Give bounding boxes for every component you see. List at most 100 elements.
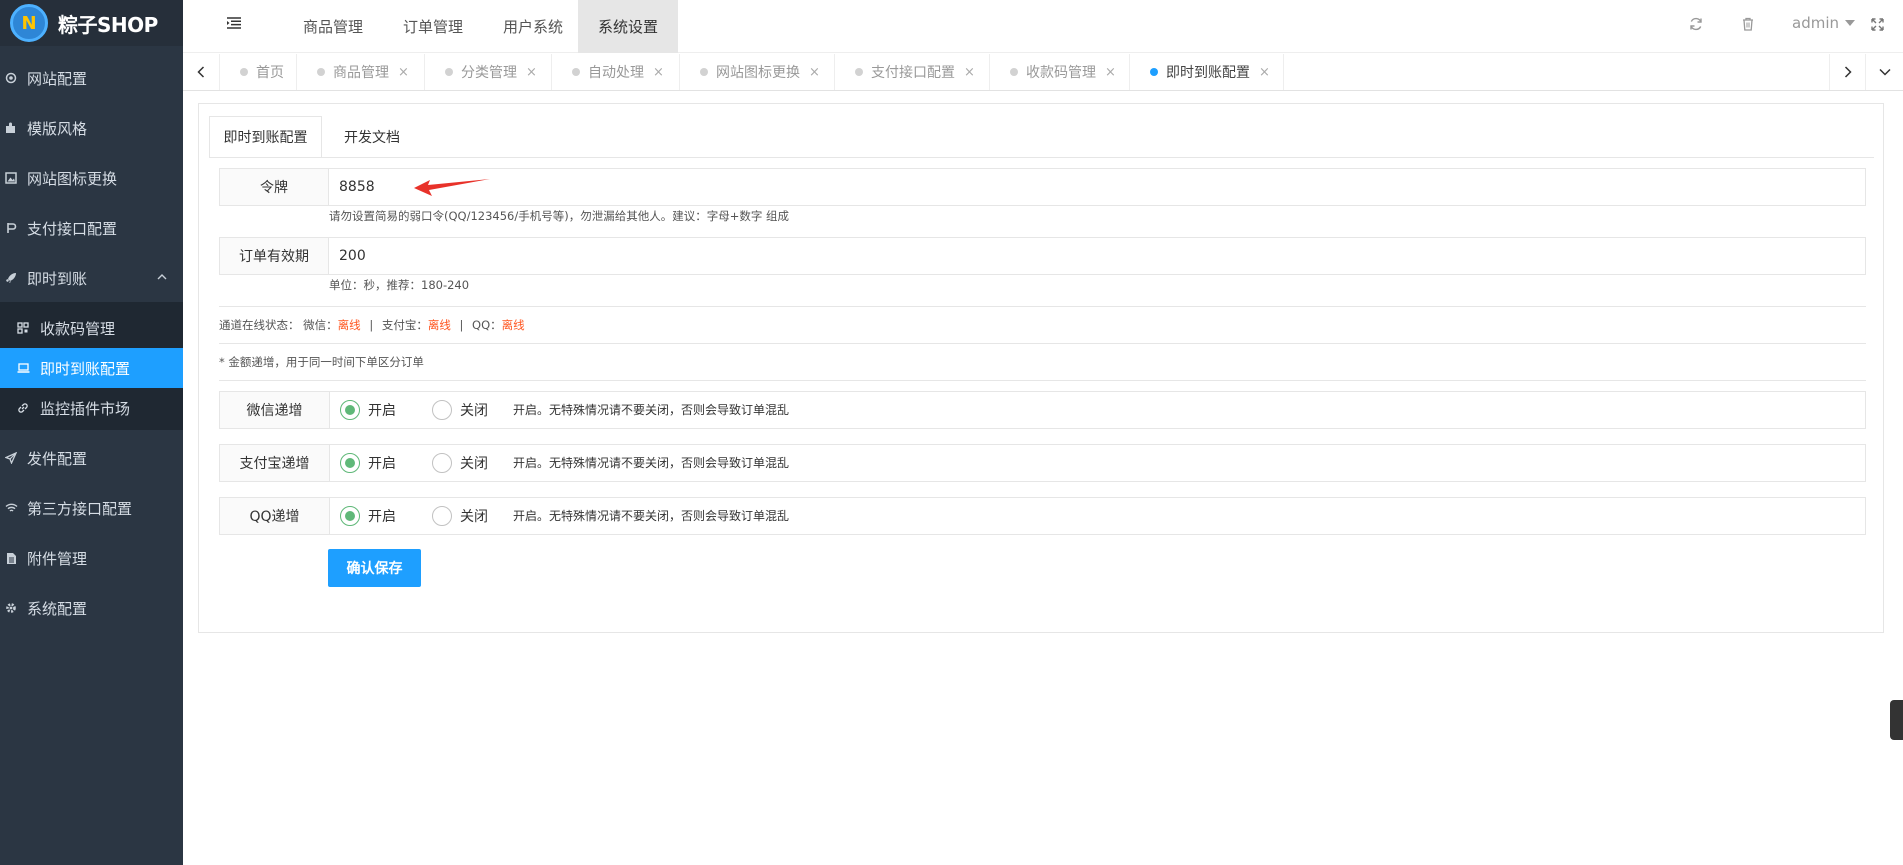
puzzle-icon <box>4 121 18 135</box>
page-tab-instant-pay-config[interactable]: 即时到账配置 × <box>1130 54 1284 90</box>
file-icon <box>4 551 18 565</box>
topnav-system-settings[interactable]: 系统设置 <box>578 0 678 53</box>
sidebar-item-label: 监控插件市场 <box>40 399 131 418</box>
tabs-dropdown-button[interactable] <box>1866 54 1903 90</box>
sidebar-item-qrcode-manage[interactable]: 收款码管理 <box>0 308 183 348</box>
token-input[interactable]: 8858 <box>329 168 1866 206</box>
menu-icon[interactable] <box>225 14 243 32</box>
logo-mark: N <box>10 4 48 42</box>
status-separator: | <box>459 318 464 332</box>
page-tab-products[interactable]: 商品管理 × <box>297 54 425 90</box>
sidebar-item-label: 发件配置 <box>27 449 88 468</box>
qq-increment-off-radio[interactable]: 关闭 <box>432 506 488 526</box>
brand-logo[interactable]: N 粽子SHOP <box>0 0 183 46</box>
sidebar-item-template-style[interactable]: 模版风格 <box>0 103 183 153</box>
link-icon <box>16 401 30 415</box>
sidebar: N 粽子SHOP 网站配置 模版风格 网站图标更换 支付接口配置 即时到账 收款… <box>0 0 183 865</box>
refresh-icon[interactable] <box>1687 15 1705 33</box>
token-hint: 请勿设置简易的弱口令(QQ/123456/手机号等)，勿泄漏给其他人。建议：字母… <box>329 209 790 223</box>
sidebar-item-label: 网站图标更换 <box>27 169 118 188</box>
user-menu[interactable]: admin <box>1792 0 1855 46</box>
sidebar-item-attachments[interactable]: 附件管理 <box>0 533 183 583</box>
sidebar-item-site-icon[interactable]: 网站图标更换 <box>0 153 183 203</box>
sidebar-item-label: 网站配置 <box>27 69 88 88</box>
qq-increment-on-radio[interactable]: 开启 <box>340 506 396 526</box>
qq-increment-row: QQ递增 开启 关闭 开启。无特殊情况请不要关闭，否则会导致订单混乱 <box>219 497 1866 535</box>
wechat-status-label: 微信： <box>303 318 338 332</box>
channel-status-prefix: 通道在线状态： <box>219 318 300 332</box>
radio-label: 开启 <box>368 509 396 525</box>
payment-icon <box>4 221 18 235</box>
close-icon[interactable]: × <box>526 65 537 80</box>
wifi-icon <box>4 501 18 515</box>
close-icon[interactable]: × <box>1259 65 1270 80</box>
sidebar-item-system-config[interactable]: 系统配置 <box>0 583 183 633</box>
sidebar-item-label: 第三方接口配置 <box>27 499 133 518</box>
tabs-scroll-right-button[interactable] <box>1829 54 1866 90</box>
form-tab-divider <box>209 157 1874 158</box>
page-tabs-bar: 首页 商品管理 × 分类管理 × 自动处理 × 网站图标更换 × 支付接口配置 … <box>183 54 1903 91</box>
save-button[interactable]: 确认保存 <box>328 549 421 587</box>
radio-unchecked-icon <box>432 400 452 420</box>
tab-label: 收款码管理 <box>1026 65 1096 81</box>
page-tab-home[interactable]: 首页 <box>220 54 297 90</box>
username: admin <box>1792 14 1839 32</box>
divider <box>219 380 1866 381</box>
page-tab-payment-config[interactable]: 支付接口配置 × <box>835 54 990 90</box>
close-icon[interactable]: × <box>1105 65 1116 80</box>
close-icon[interactable]: × <box>964 65 975 80</box>
side-float-handle[interactable] <box>1890 700 1903 740</box>
page-tab-qrcode-manage[interactable]: 收款码管理 × <box>990 54 1130 90</box>
radio-unchecked-icon <box>432 506 452 526</box>
radio-label: 开启 <box>368 456 396 472</box>
topnav-products[interactable]: 商品管理 <box>283 0 383 53</box>
tab-dot <box>700 68 708 76</box>
page-tab-site-icon[interactable]: 网站图标更换 × <box>680 54 835 90</box>
sidebar-item-payment-config[interactable]: 支付接口配置 <box>0 203 183 253</box>
radio-label: 关闭 <box>460 456 488 472</box>
red-arrow-annotation <box>414 179 490 196</box>
tab-instant-pay-config[interactable]: 即时到账配置 <box>209 116 322 158</box>
close-icon[interactable]: × <box>398 65 409 80</box>
status-separator: | <box>369 318 374 332</box>
wechat-increment-on-radio[interactable]: 开启 <box>340 400 396 420</box>
expiry-input[interactable]: 200 <box>329 237 1866 275</box>
wechat-increment-off-radio[interactable]: 关闭 <box>432 400 488 420</box>
sidebar-item-site-config[interactable]: 网站配置 <box>0 53 183 103</box>
tab-label: 支付接口配置 <box>871 65 955 81</box>
tab-label: 网站图标更换 <box>716 65 800 81</box>
alipay-increment-on-radio[interactable]: 开启 <box>340 453 396 473</box>
alipay-increment-row: 支付宝递增 开启 关闭 开启。无特殊情况请不要关闭，否则会导致订单混乱 <box>219 444 1866 482</box>
topnav-orders[interactable]: 订单管理 <box>383 0 483 53</box>
chevron-up-icon[interactable] <box>157 272 167 282</box>
sidebar-item-label: 即时到账 <box>27 269 88 288</box>
tab-label: 分类管理 <box>461 65 517 81</box>
sidebar-item-third-party-api[interactable]: 第三方接口配置 <box>0 483 183 533</box>
alipay-increment-off-radio[interactable]: 关闭 <box>432 453 488 473</box>
topnav-users[interactable]: 用户系统 <box>483 0 583 53</box>
trash-icon[interactable] <box>1739 15 1757 33</box>
sidebar-item-mail-config[interactable]: 发件配置 <box>0 433 183 483</box>
tab-label: 首页 <box>256 65 284 81</box>
tab-dev-docs[interactable]: 开发文档 <box>322 116 422 158</box>
wechat-increment-row: 微信递增 开启 关闭 开启。无特殊情况请不要关闭，否则会导致订单混乱 <box>219 391 1866 429</box>
alipay-increment-note: 开启。无特殊情况请不要关闭，否则会导致订单混乱 <box>513 456 790 470</box>
tabs-scroll-left-button[interactable] <box>183 54 220 90</box>
radio-checked-icon <box>340 400 360 420</box>
close-icon[interactable]: × <box>809 65 820 80</box>
sidebar-item-plugin-market[interactable]: 监控插件市场 <box>0 388 183 428</box>
radio-label: 关闭 <box>460 509 488 525</box>
page-tab-categories[interactable]: 分类管理 × <box>425 54 552 90</box>
laptop-icon <box>16 361 30 375</box>
tab-dot <box>855 68 863 76</box>
sidebar-item-label: 附件管理 <box>27 549 88 568</box>
tab-dot <box>317 68 325 76</box>
sidebar-item-instant-pay-config[interactable]: 即时到账配置 <box>0 348 183 388</box>
close-icon[interactable]: × <box>653 65 664 80</box>
tab-label: 商品管理 <box>333 65 389 81</box>
expiry-label: 订单有效期 <box>219 237 329 275</box>
sidebar-item-instant-pay[interactable]: 即时到账 <box>0 253 183 303</box>
page-tab-auto-process[interactable]: 自动处理 × <box>552 54 680 90</box>
tab-dot <box>572 68 580 76</box>
fullscreen-icon[interactable] <box>1868 15 1886 33</box>
